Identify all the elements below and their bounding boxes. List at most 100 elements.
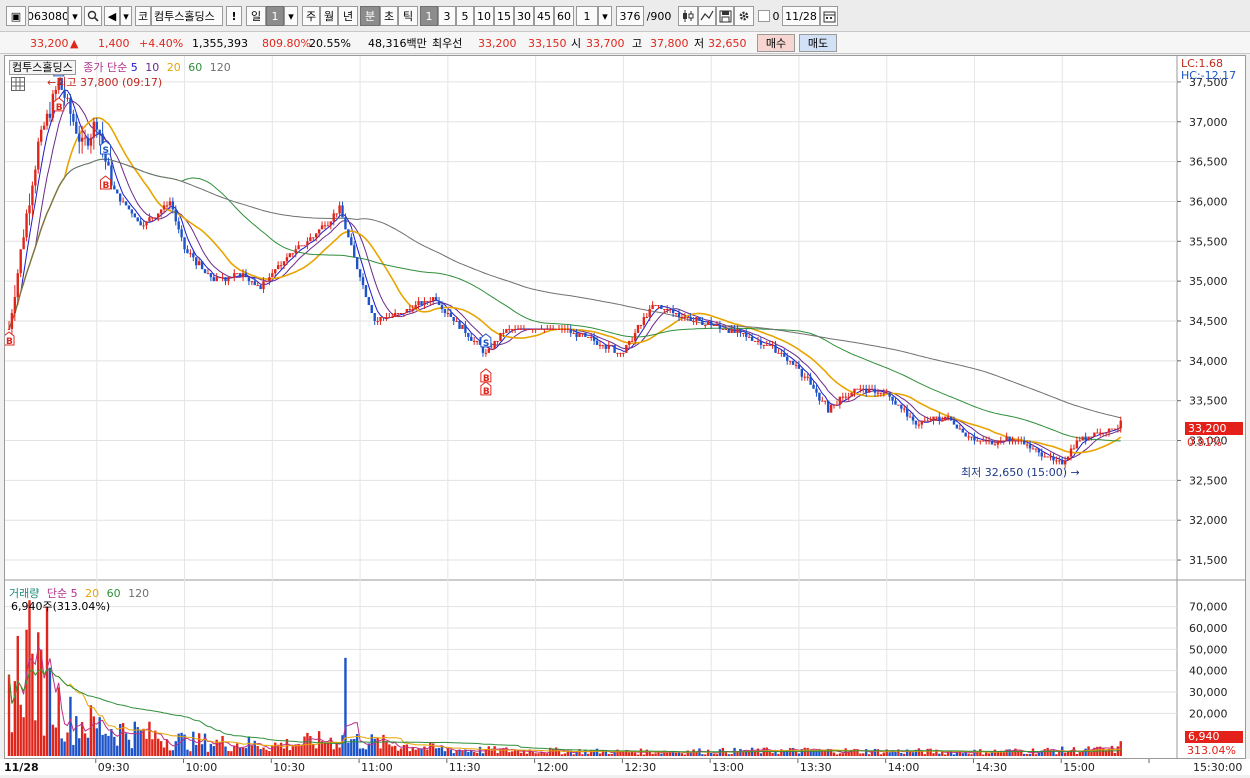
chart-toolbar: ▣ 063080 ▾ ◀ ▾ 코 컴투스홀딩스 ! 일 1 ▾ 주 월 년 분 … — [0, 0, 1250, 32]
interval-dropdown-icon[interactable]: ▾ — [598, 6, 612, 26]
volume-bar — [838, 753, 842, 756]
price-candle — [543, 328, 546, 330]
calendar-icon[interactable] — [820, 6, 838, 26]
price-change-pct: +4.40% — [139, 37, 184, 50]
alert-button[interactable]: ! — [226, 6, 242, 26]
volume-bar — [636, 754, 640, 756]
price-candle — [89, 137, 93, 146]
price-candle — [279, 265, 283, 267]
zero-checkbox[interactable] — [758, 10, 770, 22]
minute-10-button[interactable]: 10 — [474, 6, 494, 26]
price-candle — [920, 420, 923, 425]
window-menu-icon[interactable]: ▣ — [6, 6, 26, 26]
period-week-button[interactable]: 주 — [302, 6, 320, 26]
price-candle — [914, 420, 918, 425]
date-input[interactable]: 11/28 — [782, 6, 820, 26]
period-day-button[interactable]: 일 — [246, 6, 266, 26]
volume-bar — [95, 728, 98, 756]
stock-list-icon[interactable]: ◀ — [104, 6, 120, 26]
turnover-rate: 20.55% — [309, 37, 351, 50]
period-minute-button[interactable]: 분 — [360, 6, 380, 26]
price-candle — [206, 273, 210, 275]
period-tick-button[interactable]: 틱 — [398, 6, 418, 26]
period-second-button[interactable]: 초 — [380, 6, 398, 26]
price-candle — [414, 305, 417, 310]
volume-bar — [797, 753, 801, 756]
volume-bar — [157, 738, 160, 756]
price-candle — [367, 297, 371, 306]
price-candle — [464, 324, 467, 333]
price-candle — [1101, 432, 1105, 434]
price-candle — [753, 340, 757, 342]
minute-60-button[interactable]: 60 — [554, 6, 574, 26]
stock-name-field[interactable]: 컴투스홀딩스 — [151, 6, 223, 26]
gear-icon[interactable] — [734, 6, 754, 26]
sell-button[interactable]: 매도 — [799, 34, 837, 52]
volume-bar — [987, 753, 991, 756]
price-candle — [996, 440, 1000, 445]
volume-bar — [759, 753, 763, 756]
price-candle — [818, 392, 821, 401]
volume-bar — [709, 752, 713, 756]
volume-bar — [900, 752, 903, 756]
code-dropdown-icon[interactable]: ▾ — [68, 6, 82, 26]
volume-tick-label: 50,000 — [1189, 643, 1228, 656]
grid-toggle-icon[interactable] — [11, 77, 25, 91]
price-candle — [1017, 440, 1020, 442]
minute-5-button[interactable]: 5 — [456, 6, 474, 26]
volume-bar — [1025, 753, 1029, 756]
price-volume-chart[interactable]: BSBSBSBB 37,50037,00036,50036,00035,5003… — [5, 56, 1245, 758]
minute-30-button[interactable]: 30 — [514, 6, 534, 26]
volume-bar — [630, 751, 634, 756]
indicator-icon[interactable] — [698, 6, 716, 26]
volume-bar — [1113, 753, 1117, 756]
volume-bar — [244, 748, 248, 756]
minute-1-button[interactable]: 1 — [420, 6, 438, 26]
search-icon[interactable] — [84, 6, 102, 26]
volume-bar — [224, 746, 227, 756]
volume-bar — [879, 754, 883, 756]
price-candle — [1011, 440, 1014, 442]
period-month-button[interactable]: 월 — [320, 6, 338, 26]
price-candle — [203, 269, 207, 274]
candle-type-icon[interactable] — [678, 6, 698, 26]
price-candle — [999, 440, 1002, 442]
volume-bar — [1043, 749, 1046, 756]
period-day-count[interactable]: 1 — [266, 6, 284, 26]
price-candle — [393, 313, 397, 317]
stock-code-input[interactable]: 063080 — [28, 6, 68, 26]
interval-input[interactable]: 1 — [576, 6, 598, 26]
minute-15-button[interactable]: 15 — [494, 6, 514, 26]
volume-bar — [367, 743, 371, 756]
volume-bar — [443, 751, 447, 756]
save-icon[interactable] — [716, 6, 734, 26]
price-candle — [932, 416, 935, 421]
volume-bar — [563, 753, 567, 756]
period-year-button[interactable]: 년 — [338, 6, 358, 26]
price-candle — [677, 313, 681, 317]
volume-bar — [944, 754, 947, 756]
price-candle — [259, 285, 262, 290]
volume-bar — [259, 749, 262, 756]
price-candle — [338, 205, 341, 214]
bar-count-input[interactable]: 376 — [616, 6, 644, 26]
legend-stock-name[interactable]: 컴투스홀딩스 — [9, 60, 76, 75]
period-dropdown-icon[interactable]: ▾ — [284, 6, 298, 26]
stock-list-dropdown-icon[interactable]: ▾ — [120, 6, 132, 26]
time-tick-label: 14:30 — [975, 761, 1007, 774]
volume-bar — [148, 721, 151, 756]
minute-3-button[interactable]: 3 — [438, 6, 456, 26]
price-candle — [879, 392, 883, 394]
price-candle — [262, 281, 265, 290]
price-candle — [592, 336, 596, 341]
price-candle — [314, 233, 318, 238]
buy-button[interactable]: 매수 — [757, 34, 795, 52]
volume-bar — [996, 752, 1000, 756]
price-candle — [557, 328, 561, 330]
price-candle — [373, 313, 376, 321]
minute-45-button[interactable]: 45 — [534, 6, 554, 26]
price-candle — [1040, 452, 1043, 457]
volume-bar — [493, 746, 496, 756]
chart-area[interactable]: BSBSBSBB 37,50037,00036,50036,00035,5003… — [4, 55, 1246, 759]
price-candle — [341, 205, 344, 218]
